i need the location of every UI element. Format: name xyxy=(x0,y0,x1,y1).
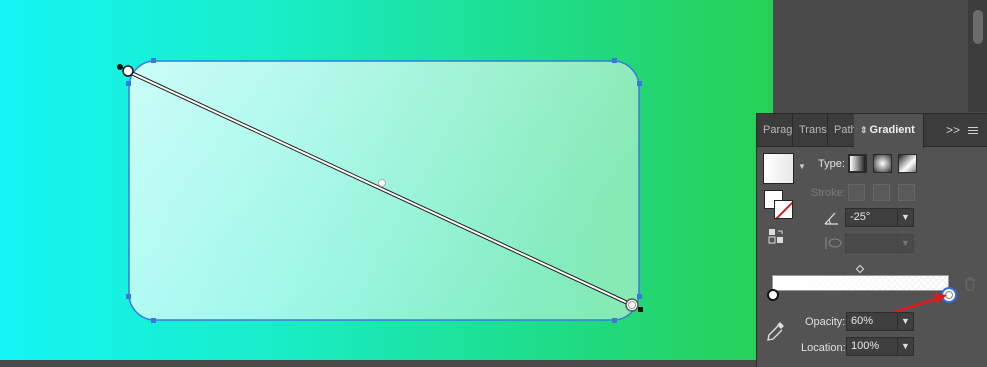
radial-gradient-button[interactable] xyxy=(873,154,892,173)
start-color-stop[interactable] xyxy=(766,288,780,302)
gradient-swatch[interactable] xyxy=(763,153,794,184)
chevron-down-icon: ▼ xyxy=(897,235,913,252)
tab-transform[interactable]: Trans xyxy=(793,114,828,147)
angle-value: -25° xyxy=(850,211,871,223)
location-label: Location: xyxy=(801,342,846,354)
opacity-value: 60% xyxy=(851,315,874,327)
annotator-start-stop xyxy=(122,65,134,77)
reverse-gradient-icon[interactable] xyxy=(768,228,785,245)
panel-tabbar: Parag Trans Pathfi ⇕ Gradient >> xyxy=(757,114,987,148)
chevron-down-icon[interactable]: ▼ xyxy=(897,338,913,355)
scrollbar-thumb[interactable] xyxy=(973,10,983,44)
chevron-down-icon[interactable]: ▼ xyxy=(897,209,913,226)
opacity-label: Opacity: xyxy=(805,316,846,328)
stroke-within-button[interactable] xyxy=(848,184,865,201)
tab-gradient[interactable]: ⇕ Gradient xyxy=(854,114,924,148)
trash-icon[interactable] xyxy=(964,277,976,291)
annotator-origin-square xyxy=(117,64,123,70)
tab-paragraph[interactable]: Parag xyxy=(757,114,793,147)
annotator-end-square xyxy=(638,307,643,312)
eyedropper-icon[interactable] xyxy=(766,320,786,342)
panel-menu-icon[interactable] xyxy=(965,114,981,147)
location-dropdown[interactable]: 100% ▼ xyxy=(846,337,914,356)
tab-transform-label: Trans xyxy=(799,124,827,136)
aspect-ratio-dropdown: ▼ xyxy=(845,234,914,253)
angle-icon xyxy=(824,212,838,225)
artwork-layer xyxy=(117,58,643,323)
chevron-down-icon[interactable]: ▼ xyxy=(897,313,913,330)
tab-paragraph-label: Parag xyxy=(763,124,793,136)
annotator-end-stop xyxy=(625,298,639,312)
stroke-along-button[interactable] xyxy=(873,184,890,201)
location-value: 100% xyxy=(851,340,880,352)
linear-gradient-button[interactable] xyxy=(848,154,867,173)
type-label: Type: xyxy=(818,158,845,170)
stroke-swatch[interactable] xyxy=(774,200,793,219)
more-tabs-button[interactable]: >> xyxy=(945,114,961,147)
gradient-slider[interactable] xyxy=(772,275,949,291)
gradient-midpoint-diamond[interactable] xyxy=(855,264,865,274)
freeform-gradient-button[interactable] xyxy=(898,154,917,173)
swatch-dropdown-icon[interactable]: ▼ xyxy=(798,162,806,171)
canvas-scrollbar[interactable] xyxy=(0,360,773,367)
annotator-midpoint xyxy=(378,179,386,187)
opacity-dropdown[interactable]: 60% ▼ xyxy=(846,312,914,331)
aspect-ratio-icon xyxy=(825,237,842,249)
tab-collapse-arrows-icon: ⇕ xyxy=(860,125,868,135)
stroke-label: Stroke: xyxy=(811,187,846,199)
stroke-across-button[interactable] xyxy=(898,184,915,201)
angle-dropdown[interactable]: -25° ▼ xyxy=(845,208,914,227)
gradient-panel: Parag Trans Pathfi ⇕ Gradient >> ▼ Type: … xyxy=(756,113,987,367)
tab-gradient-label: Gradient xyxy=(869,124,915,136)
